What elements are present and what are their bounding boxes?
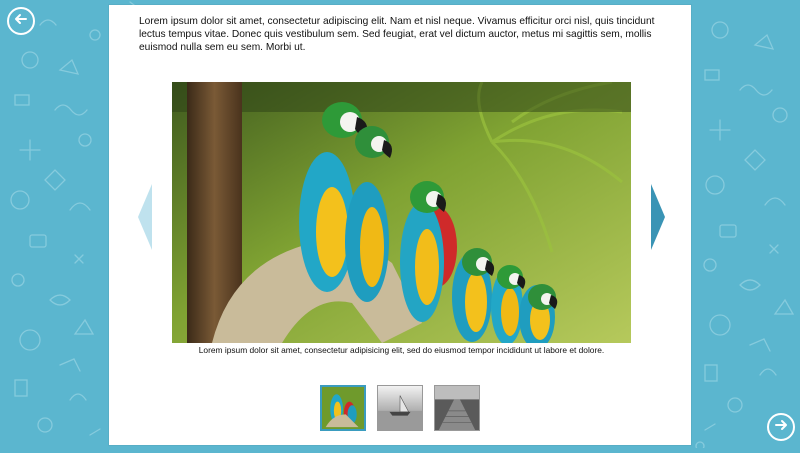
thumbnail-macaws[interactable] <box>320 385 366 431</box>
thumbnail-pier[interactable] <box>434 385 480 431</box>
triangle-left-icon <box>138 184 152 254</box>
photo-caption: Lorem ipsum dolor sit amet, consectetur … <box>198 345 605 355</box>
intro-text: Lorem ipsum dolor sit amet, consectetur … <box>139 16 655 53</box>
triangle-right-icon <box>651 184 665 254</box>
lesson-card: Lorem ipsum dolor sit amet, consectetur … <box>109 5 691 445</box>
main-photo <box>172 82 631 343</box>
arrow-left-circle-icon <box>13 11 29 32</box>
thumbnail-boat[interactable] <box>377 385 423 431</box>
forward-button[interactable] <box>767 413 795 441</box>
arrow-right-circle-icon <box>773 417 789 438</box>
next-slide-button[interactable] <box>651 184 665 250</box>
thumbnail-strip <box>320 385 480 431</box>
back-button[interactable] <box>7 7 35 35</box>
prev-slide-button[interactable] <box>138 184 152 250</box>
